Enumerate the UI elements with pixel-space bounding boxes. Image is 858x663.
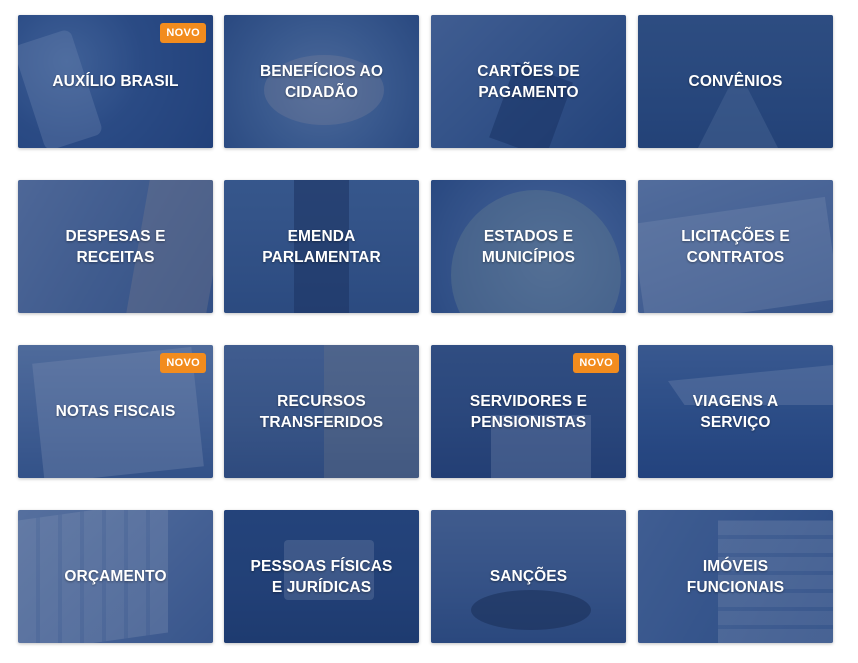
card-label: ESTADOS E MUNICÍPIOS bbox=[481, 227, 576, 266]
card-auxilio-brasil[interactable]: AUXÍLIO BRASIL NOVO bbox=[18, 15, 213, 148]
card-label: SANÇÕES bbox=[489, 568, 568, 585]
card-label: PESSOAS FÍSICAS E JURÍDICAS bbox=[250, 557, 393, 596]
card-label: VIAGENS A SERVIÇO bbox=[692, 392, 779, 431]
card-beneficios-ao-cidadao[interactable]: BENEFÍCIOS AO CIDADÃO bbox=[224, 15, 419, 148]
card-convenios[interactable]: CONVÊNIOS bbox=[638, 15, 833, 148]
card-label: IMÓVEIS FUNCIONAIS bbox=[686, 557, 785, 596]
card-emenda-parlamentar[interactable]: EMENDA PARLAMENTAR bbox=[224, 180, 419, 313]
card-label: DESPESAS E RECEITAS bbox=[65, 227, 166, 266]
card-licitacoes-e-contratos[interactable]: LICITAÇÕES E CONTRATOS bbox=[638, 180, 833, 313]
card-viagens-a-servico[interactable]: VIAGENS A SERVIÇO bbox=[638, 345, 833, 478]
card-sancoes[interactable]: SANÇÕES bbox=[431, 510, 626, 643]
card-pessoas-fisicas-e-juridicas[interactable]: PESSOAS FÍSICAS E JURÍDICAS bbox=[224, 510, 419, 643]
new-badge: NOVO bbox=[160, 23, 206, 43]
card-label: EMENDA PARLAMENTAR bbox=[262, 227, 381, 266]
card-label: ORÇAMENTO bbox=[64, 568, 167, 585]
card-despesas-e-receitas[interactable]: DESPESAS E RECEITAS bbox=[18, 180, 213, 313]
new-badge: NOVO bbox=[160, 353, 206, 373]
card-imoveis-funcionais[interactable]: IMÓVEIS FUNCIONAIS bbox=[638, 510, 833, 643]
card-recursos-transferidos[interactable]: RECURSOS TRANSFERIDOS bbox=[224, 345, 419, 478]
card-label: CARTÕES DE PAGAMENTO bbox=[477, 62, 580, 101]
card-estados-e-municipios[interactable]: ESTADOS E MUNICÍPIOS bbox=[431, 180, 626, 313]
card-orcamento[interactable]: ORÇAMENTO bbox=[18, 510, 213, 643]
card-label: BENEFÍCIOS AO CIDADÃO bbox=[259, 62, 383, 101]
card-label: CONVÊNIOS bbox=[688, 73, 783, 90]
card-servidores-e-pensionistas[interactable]: SERVIDORES E PENSIONISTAS NOVO bbox=[431, 345, 626, 478]
new-badge: NOVO bbox=[573, 353, 619, 373]
card-label: LICITAÇÕES E CONTRATOS bbox=[681, 227, 790, 266]
topics-grid: AUXÍLIO BRASIL NOVO BENEFÍCIOS AO CIDADÃ… bbox=[0, 0, 858, 663]
card-cartoes-de-pagamento[interactable]: CARTÕES DE PAGAMENTO bbox=[431, 15, 626, 148]
card-notas-fiscais[interactable]: NOTAS FISCAIS NOVO bbox=[18, 345, 213, 478]
card-label: RECURSOS TRANSFERIDOS bbox=[259, 392, 384, 431]
